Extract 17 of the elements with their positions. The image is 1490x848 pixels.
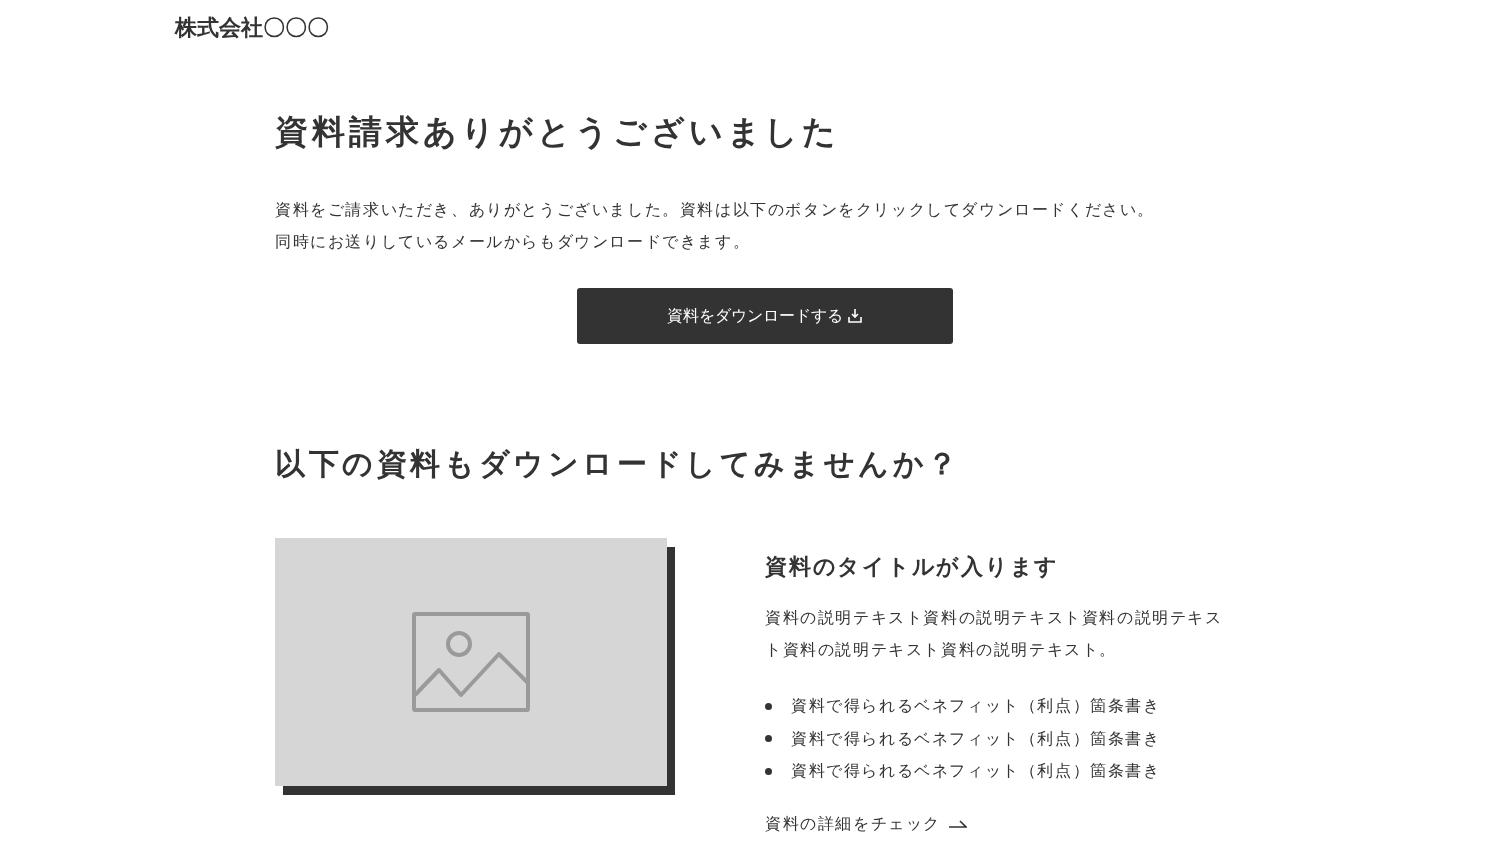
- bullet-icon: [765, 702, 772, 710]
- bullet-icon: [765, 735, 772, 743]
- bullet-icon: [765, 767, 772, 775]
- section-heading: 以下の資料もダウンロードしてみませんか？: [275, 446, 962, 482]
- download-icon: [847, 308, 863, 324]
- detail-link[interactable]: 資料の詳細をチェック: [765, 811, 967, 836]
- page-heading: 資料請求ありがとうございました: [275, 112, 842, 152]
- benefit-item: 資料で得られるベネフィット（利点）箇条書き: [791, 761, 1161, 782]
- thanks-message: 資料をご請求いただき、ありがとうございました。資料は以下のボタンをクリックしてダウンロードください。: [275, 200, 1156, 220]
- company-logo[interactable]: 株式会社〇〇〇: [175, 15, 329, 40]
- benefit-item: 資料で得られるベネフィット（利点）箇条書き: [791, 728, 1161, 749]
- download-button[interactable]: 資料をダウンロードする: [577, 288, 953, 344]
- image-icon: [412, 612, 530, 712]
- thanks-message: 同時にお送りしているメールからもダウンロードできます。: [275, 232, 752, 252]
- benefit-item: 資料で得られるベネフィット（利点）箇条書き: [791, 696, 1161, 717]
- resource-title: 資料のタイトルが入ります: [765, 553, 1061, 581]
- resource-description: 資料の説明テキスト資料の説明テキスト資料の説明テキスト資料の説明テキスト資料の説明テキスト。: [765, 608, 1224, 660]
